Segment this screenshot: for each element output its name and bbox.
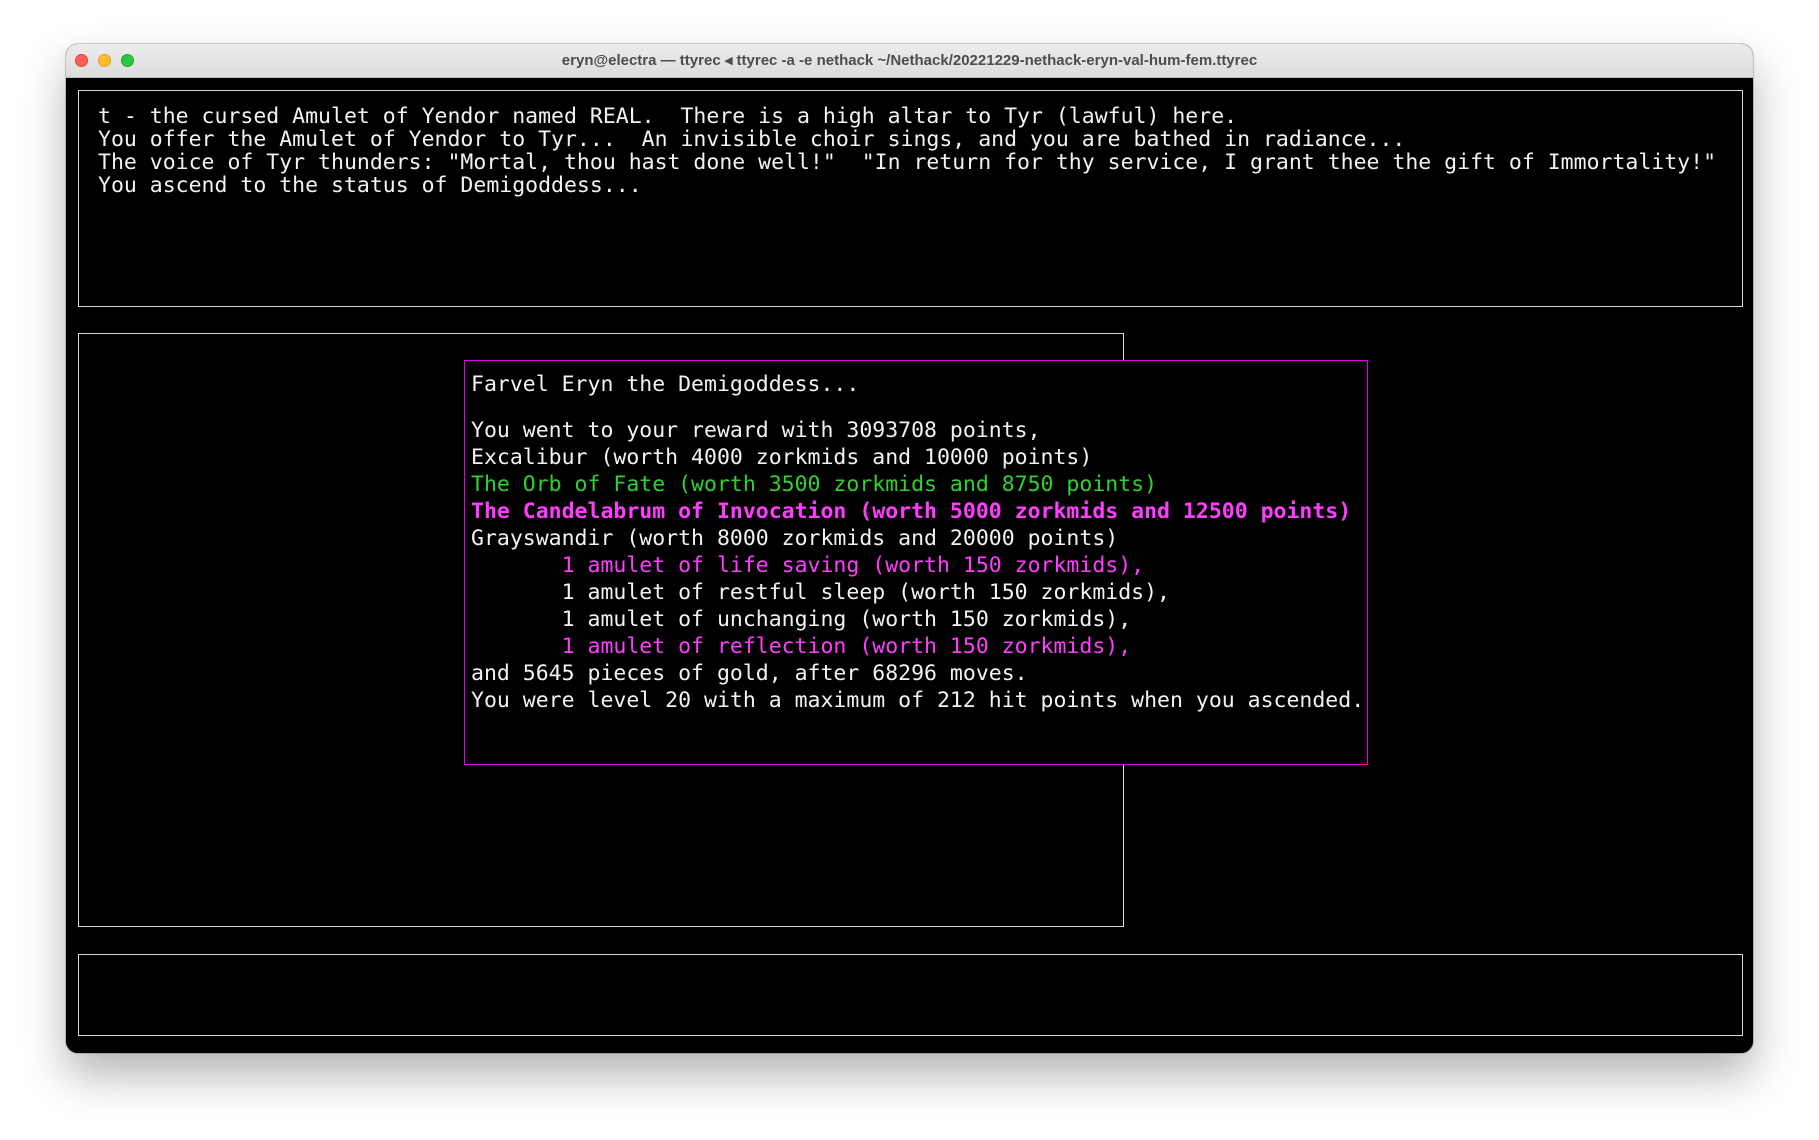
artifact-candelabrum: The Candelabrum of Invocation (worth 500… bbox=[471, 499, 1352, 524]
status-window bbox=[78, 954, 1743, 1036]
farewell-greeting: Farvel Eryn the Demigoddess... bbox=[471, 372, 860, 397]
amulet-life-saving: 1 amulet of life saving (worth 150 zorkm… bbox=[471, 553, 1145, 578]
amulet-reflection: 1 amulet of reflection (worth 150 zorkmi… bbox=[471, 634, 1132, 659]
gold-moves-line: and 5645 pieces of gold, after 68296 mov… bbox=[471, 661, 1028, 686]
terminal-window: eryn@electra — ttyrec ◂ ttyrec -a -e net… bbox=[66, 44, 1753, 1053]
farewell-dialog: Farvel Eryn the Demigoddess... You went … bbox=[464, 360, 1368, 765]
message-line: You ascend to the status of Demigoddess.… bbox=[98, 173, 642, 198]
artifact-orb-of-fate: The Orb of Fate (worth 3500 zorkmids and… bbox=[471, 472, 1158, 497]
title-bar: eryn@electra — ttyrec ◂ ttyrec -a -e net… bbox=[66, 44, 1753, 78]
window-title: eryn@electra — ttyrec ◂ ttyrec -a -e net… bbox=[561, 52, 1258, 69]
terminal-screen[interactable]: t - the cursed Amulet of Yendor named RE… bbox=[66, 78, 1753, 1053]
reward-line: You went to your reward with 3093708 poi… bbox=[471, 418, 1041, 443]
message-window: t - the cursed Amulet of Yendor named RE… bbox=[78, 90, 1743, 307]
amulet-unchanging: 1 amulet of unchanging (worth 150 zorkmi… bbox=[471, 607, 1132, 632]
artifact-grayswandir: Grayswandir (worth 8000 zorkmids and 200… bbox=[471, 526, 1119, 551]
amulet-restful-sleep: 1 amulet of restful sleep (worth 150 zor… bbox=[471, 580, 1170, 605]
artifact-excalibur: Excalibur (worth 4000 zorkmids and 10000… bbox=[471, 445, 1093, 470]
level-line: You were level 20 with a maximum of 212 … bbox=[471, 688, 1365, 713]
